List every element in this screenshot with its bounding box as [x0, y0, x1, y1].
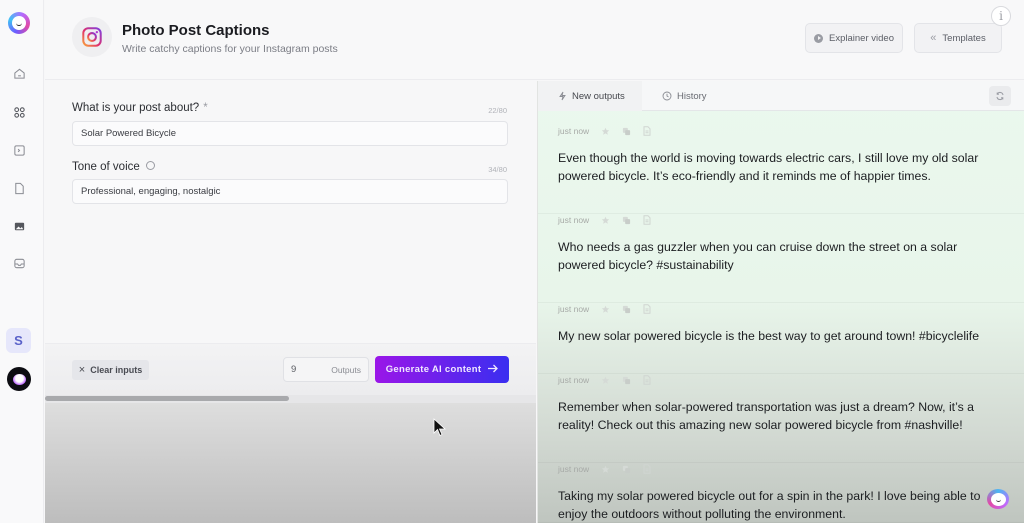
page-header: Photo Post Captions Write catchy caption…	[45, 0, 1024, 80]
terminal-icon[interactable]	[12, 143, 26, 157]
output-item: just now Who needs a gas guzzler when yo…	[538, 214, 1024, 303]
inbox-icon[interactable]	[12, 256, 26, 270]
output-timestamp: just now	[558, 464, 590, 474]
close-icon: ×	[78, 364, 86, 376]
home-icon[interactable]	[12, 66, 26, 80]
tone-of-voice-label: Tone of voice	[72, 161, 155, 173]
output-item: just now Even though the world is moving…	[538, 125, 1024, 214]
star-icon[interactable]	[600, 126, 610, 136]
star-icon[interactable]	[600, 304, 610, 314]
output-text[interactable]: My new solar powered bicycle is the best…	[558, 327, 998, 345]
arrow-right-icon	[487, 364, 499, 376]
post-topic-input[interactable]	[72, 121, 508, 146]
required-marker: *	[203, 102, 208, 114]
clear-inputs-button[interactable]: × Clear inputs	[72, 360, 149, 380]
clock-icon	[662, 91, 672, 101]
output-tabs: New outputs History	[538, 81, 1024, 111]
tab-history-label: History	[677, 90, 707, 102]
document-icon[interactable]	[642, 126, 652, 136]
output-item: just now My new solar powered bicycle is…	[538, 303, 1024, 374]
form-action-bar: × Clear inputs 9 Outputs Generate AI con…	[45, 343, 536, 395]
explainer-video-label: Explainer video	[829, 32, 894, 44]
horizontal-scrollbar[interactable]	[45, 395, 536, 403]
outputs-count-label: Outputs	[331, 364, 361, 375]
document-icon[interactable]	[12, 181, 26, 195]
instagram-icon	[72, 17, 112, 57]
star-icon[interactable]	[600, 464, 610, 474]
generate-content-button[interactable]: Generate AI content	[375, 356, 509, 383]
sidebar: S	[0, 0, 44, 523]
tone-of-voice-counter: 34/80	[488, 165, 507, 174]
outputs-count-input[interactable]: 9 Outputs	[283, 357, 369, 382]
refresh-icon	[996, 91, 1004, 101]
post-topic-label: What is your post about? *	[72, 102, 208, 114]
copy-icon[interactable]	[621, 304, 631, 314]
copy-icon[interactable]	[621, 464, 631, 474]
copy-icon[interactable]	[621, 126, 631, 136]
outputs-count-value: 9	[291, 364, 297, 375]
empty-area	[45, 403, 536, 523]
templates-button[interactable]: « Templates	[914, 23, 1002, 53]
document-icon[interactable]	[642, 304, 652, 314]
tone-of-voice-input[interactable]	[72, 179, 508, 204]
user-avatar[interactable]: S	[6, 328, 31, 353]
copy-icon[interactable]	[621, 375, 631, 385]
input-form: What is your post about?* 22/80 Tone of …	[45, 81, 536, 343]
grid-icon[interactable]	[12, 105, 26, 119]
document-icon[interactable]	[642, 464, 652, 474]
lightning-icon	[559, 91, 566, 101]
tab-new-outputs[interactable]: New outputs	[538, 81, 642, 111]
assistant-chat-button[interactable]	[987, 489, 1009, 509]
document-icon[interactable]	[642, 375, 652, 385]
output-meta: just now	[558, 463, 652, 475]
image-icon[interactable]	[12, 219, 26, 233]
output-text[interactable]: Remember when solar-powered transportati…	[558, 398, 998, 434]
chevrons-left-icon: «	[930, 32, 937, 44]
output-timestamp: just now	[558, 304, 590, 314]
tab-history[interactable]: History	[662, 81, 707, 111]
play-icon	[814, 33, 824, 43]
output-meta: just now	[558, 374, 652, 386]
document-icon[interactable]	[642, 215, 652, 225]
mouse-cursor-icon	[433, 418, 447, 437]
app-logo-icon[interactable]	[8, 12, 30, 34]
assistant-avatar-icon[interactable]	[7, 367, 31, 391]
clear-inputs-label: Clear inputs	[90, 365, 143, 375]
post-topic-counter: 22/80	[488, 106, 507, 115]
output-meta: just now	[558, 125, 652, 137]
star-icon[interactable]	[600, 375, 610, 385]
output-timestamp: just now	[558, 126, 590, 136]
explainer-video-button[interactable]: Explainer video	[805, 23, 903, 53]
generate-content-label: Generate AI content	[385, 364, 482, 375]
output-timestamp: just now	[558, 215, 590, 225]
copy-icon[interactable]	[621, 215, 631, 225]
info-button[interactable]: i	[991, 6, 1011, 26]
star-icon[interactable]	[600, 215, 610, 225]
scrollbar-thumb[interactable]	[45, 396, 289, 401]
info-icon	[145, 161, 155, 171]
page-title: Photo Post Captions	[122, 22, 270, 39]
output-item: just now Taking my solar powered bicycle…	[538, 463, 1024, 523]
output-meta: just now	[558, 303, 652, 315]
output-meta: just now	[558, 214, 652, 226]
page-subtitle: Write catchy captions for your Instagram…	[122, 43, 338, 55]
output-text[interactable]: Who needs a gas guzzler when you can cru…	[558, 238, 998, 274]
output-text[interactable]: Taking my solar powered bicycle out for …	[558, 487, 998, 523]
output-text[interactable]: Even though the world is moving towards …	[558, 149, 998, 185]
tab-new-outputs-label: New outputs	[572, 90, 625, 102]
output-panel: New outputs History just now Even though…	[537, 81, 1024, 523]
output-item: just now Remember when solar-powered tra…	[538, 374, 1024, 463]
refresh-button[interactable]	[989, 86, 1011, 106]
templates-label: Templates	[942, 32, 986, 44]
output-timestamp: just now	[558, 375, 590, 385]
